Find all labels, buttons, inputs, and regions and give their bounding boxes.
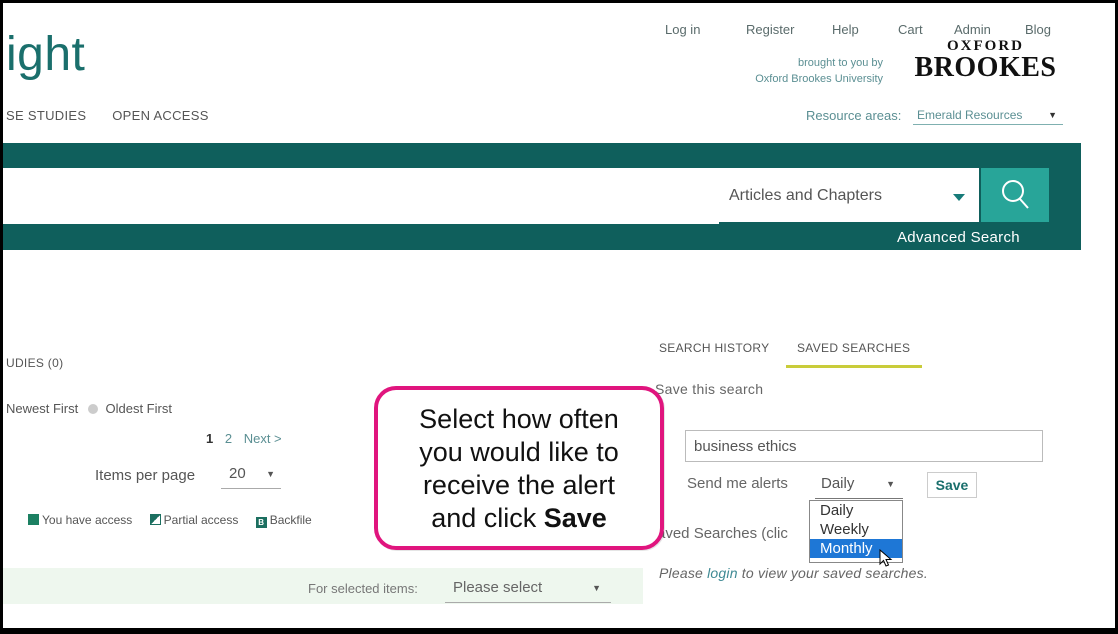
- frequency-option-weekly[interactable]: Weekly: [810, 520, 902, 539]
- caret-down-icon: ▼: [886, 479, 895, 489]
- resource-areas-value: Emerald Resources: [917, 108, 1023, 122]
- caret-down-icon: [953, 194, 965, 201]
- alert-frequency-value: Daily: [821, 475, 855, 492]
- search-input[interactable]: [3, 168, 719, 224]
- caret-down-icon: ▼: [1048, 110, 1057, 120]
- legend-partial-label: Partial access: [163, 513, 239, 527]
- brought-label: brought to you by: [797, 57, 883, 69]
- sort-oldest-radio[interactable]: [87, 404, 98, 414]
- tab-search-history[interactable]: SEARCH HISTORY: [659, 341, 769, 355]
- content-type-select[interactable]: Articles and Chapters: [717, 168, 979, 222]
- callout-line4: and click Save: [378, 502, 660, 535]
- login-prompt-link[interactable]: login: [707, 565, 738, 581]
- save-search-heading: Save this search: [655, 381, 764, 397]
- tab-case-studies[interactable]: UDIES (0): [6, 356, 63, 370]
- partial-access-icon: [149, 514, 161, 525]
- admin-link[interactable]: Admin: [954, 22, 991, 37]
- institution-name: Oxford Brookes University: [755, 73, 883, 85]
- cart-link[interactable]: Cart: [898, 22, 923, 37]
- for-selected-select[interactable]: Please select ▼: [445, 573, 611, 603]
- alert-frequency-select[interactable]: Daily ▼: [815, 473, 903, 499]
- oxford-logo-line2: BROOKES: [914, 52, 1057, 83]
- access-legend: You have access Partial access B Backfile: [28, 513, 326, 528]
- content-type-value: Articles and Chapters: [729, 187, 882, 204]
- callout-save-word: Save: [543, 503, 607, 533]
- search-button[interactable]: [981, 168, 1049, 222]
- help-link[interactable]: Help: [832, 22, 859, 37]
- search-icon: [1002, 180, 1029, 209]
- oxford-brookes-logo: OXFORD BROOKES: [913, 38, 1058, 82]
- institution-credit: brought to you by Oxford Brookes Univers…: [723, 55, 883, 87]
- caret-down-icon: ▼: [266, 469, 275, 479]
- active-tab-indicator: [786, 365, 922, 368]
- frequency-option-daily[interactable]: Daily: [810, 501, 902, 520]
- backfile-icon: B: [255, 517, 267, 528]
- blog-link[interactable]: Blog: [1025, 22, 1051, 37]
- callout-line3: receive the alert: [422, 470, 616, 500]
- callout-line2: you would like to: [419, 437, 619, 467]
- instruction-callout: Select how often you would like to recei…: [374, 386, 664, 550]
- pagination: 1 2 Next >: [206, 431, 290, 446]
- for-selected-label: For selected items:: [308, 581, 418, 596]
- register-link[interactable]: Register: [746, 22, 794, 37]
- page-2-link[interactable]: 2: [225, 431, 232, 446]
- resource-areas-label: Resource areas:: [806, 108, 902, 123]
- items-per-page-value: 20: [229, 465, 246, 482]
- legend-backfile-label: Backfile: [269, 513, 312, 527]
- screenshot-frame: Log in Register Help Cart Admin Blog igh…: [0, 0, 1118, 634]
- callout-line1: Select how often: [419, 404, 619, 434]
- site-logo[interactable]: ight: [6, 27, 85, 82]
- sort-options: Newest First Oldest First: [6, 401, 172, 416]
- items-per-page-select[interactable]: 20 ▼: [221, 465, 281, 489]
- items-per-page-label: Items per page: [95, 467, 196, 484]
- mouse-cursor-icon: [879, 549, 893, 567]
- full-access-icon: [28, 514, 39, 525]
- main-nav: SE STUDIES OPEN ACCESS: [6, 108, 231, 123]
- sort-oldest-label[interactable]: Oldest First: [105, 401, 171, 416]
- nav-case-studies[interactable]: SE STUDIES: [6, 108, 86, 123]
- advanced-search-link[interactable]: Advanced Search: [897, 229, 1020, 246]
- legend-access-label: You have access: [42, 513, 133, 527]
- send-alerts-label: Send me alerts: [687, 475, 788, 492]
- page-current: 1: [206, 431, 214, 446]
- save-button[interactable]: Save: [927, 472, 977, 498]
- login-link[interactable]: Log in: [665, 22, 700, 37]
- page-next-link[interactable]: Next >: [244, 431, 282, 446]
- saved-searches-heading: aved Searches (clic: [657, 525, 788, 542]
- for-selected-value: Please select: [453, 579, 543, 596]
- login-prompt-prefix: Please: [659, 565, 708, 581]
- callout-line4-prefix: and click: [431, 503, 544, 533]
- nav-open-access[interactable]: OPEN ACCESS: [112, 108, 209, 123]
- resource-areas-select[interactable]: Emerald Resources ▼: [913, 105, 1063, 125]
- tab-saved-searches[interactable]: SAVED SEARCHES: [797, 341, 910, 355]
- search-name-field[interactable]: [685, 430, 1043, 462]
- sort-newest-label[interactable]: Newest First: [6, 401, 78, 416]
- login-prompt-suffix: to view your saved searches.: [737, 565, 928, 581]
- caret-down-icon: ▼: [592, 583, 601, 593]
